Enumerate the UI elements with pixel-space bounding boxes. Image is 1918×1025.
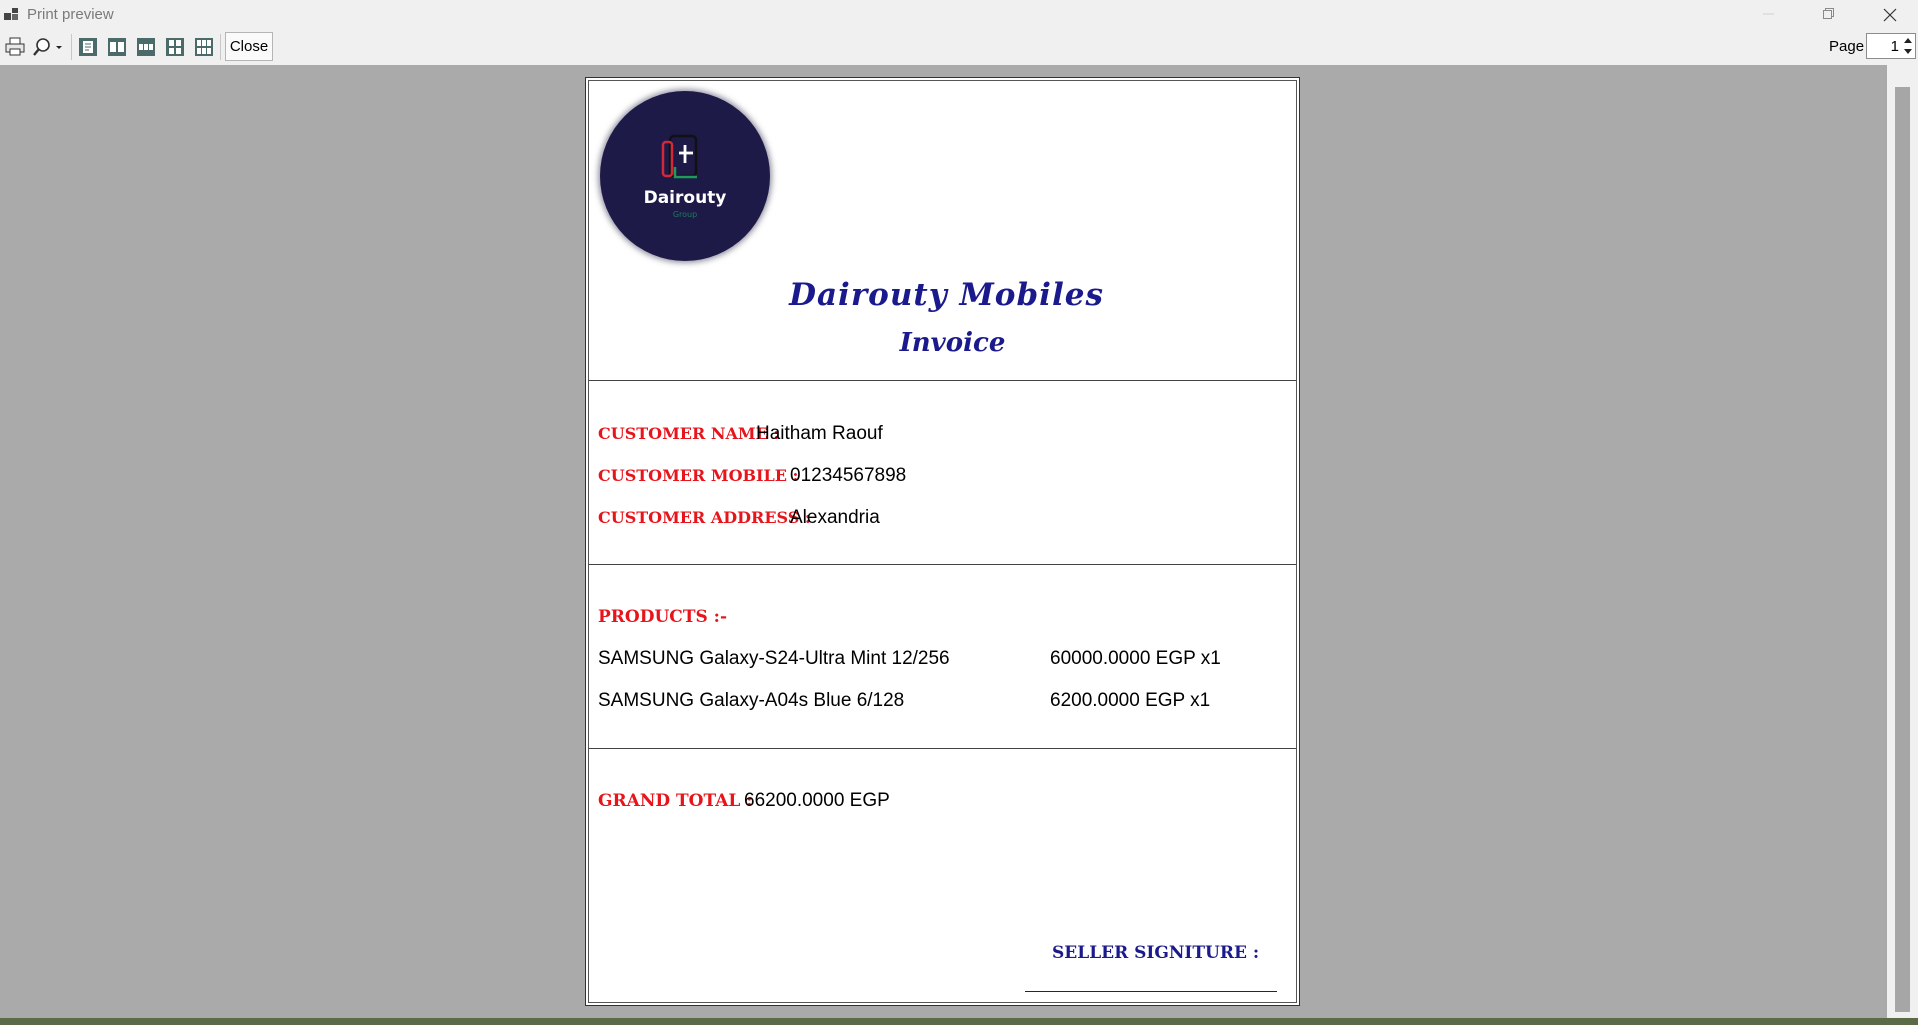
customer-address-label: CUSTOMER ADDRESS : <box>598 508 811 527</box>
four-pages-button[interactable] <box>164 36 186 58</box>
page-number-input[interactable] <box>1869 36 1899 56</box>
two-pages-icon <box>108 38 126 56</box>
taskbar-edge <box>0 1018 1918 1025</box>
customer-name-label: CUSTOMER NAME : <box>598 424 780 443</box>
six-pages-button[interactable] <box>193 36 215 58</box>
toolbar-separator <box>71 34 72 60</box>
logo-mark-icon <box>661 134 698 179</box>
restore-button[interactable] <box>1806 0 1852 29</box>
restore-icon <box>1823 8 1834 19</box>
logo-name: Dairouty <box>643 188 727 208</box>
toolbar: Close Page <box>0 29 1918 65</box>
three-pages-icon <box>137 38 155 56</box>
company-logo: Dairouty Group <box>600 91 770 261</box>
invoice-page: Dairouty Group Dairouty Mobiles Invoice … <box>585 77 1300 1006</box>
title-bar: Print preview <box>0 0 1918 29</box>
invoice-border: Dairouty Group Dairouty Mobiles Invoice … <box>588 80 1297 1003</box>
six-pages-icon <box>195 38 213 56</box>
page-up-button[interactable] <box>1901 35 1915 46</box>
section-divider <box>589 380 1296 381</box>
page-down-button[interactable] <box>1901 46 1915 57</box>
product-name: SAMSUNG Galaxy-A04s Blue 6/128 <box>598 690 905 711</box>
scrollbar-thumb[interactable] <box>1895 87 1910 1012</box>
product-price: 60000.0000 EGP x1 <box>1050 648 1221 669</box>
vertical-scrollbar[interactable] <box>1887 65 1918 1018</box>
logo-subtitle: Group <box>672 210 698 219</box>
close-window-button[interactable] <box>1866 0 1912 29</box>
customer-address-value: Alexandria <box>790 507 880 528</box>
minimize-icon <box>1763 13 1774 15</box>
signature-line <box>1025 991 1277 992</box>
chevron-up-icon <box>1904 38 1912 43</box>
two-pages-button[interactable] <box>106 36 128 58</box>
printer-icon <box>5 37 25 56</box>
customer-mobile-value: 01234567898 <box>790 465 907 486</box>
three-pages-button[interactable] <box>135 36 157 58</box>
invoice-title: Invoice <box>899 328 1006 358</box>
close-icon <box>1883 8 1897 22</box>
section-divider <box>589 564 1296 565</box>
four-pages-icon <box>166 38 184 56</box>
page-spinner[interactable] <box>1866 33 1916 59</box>
zoom-icon <box>33 38 62 56</box>
company-name: Dairouty Mobiles <box>789 277 1104 313</box>
one-page-icon <box>79 38 97 56</box>
seller-signature-label: SELLER SIGNITURE : <box>1052 943 1260 963</box>
minimize-button[interactable] <box>1746 0 1792 29</box>
chevron-down-icon <box>1904 49 1912 54</box>
window-title: Print preview <box>27 6 114 23</box>
product-price: 6200.0000 EGP x1 <box>1050 690 1211 711</box>
page-label: Page <box>1829 38 1865 55</box>
one-page-button[interactable] <box>77 36 99 58</box>
customer-mobile-label: CUSTOMER MOBILE : <box>598 466 799 485</box>
grand-total-value: 66200.0000 EGP <box>744 790 890 811</box>
products-label: PRODUCTS :- <box>598 607 727 627</box>
zoom-button[interactable] <box>31 36 67 58</box>
customer-name-value: Haitham Raouf <box>756 423 883 444</box>
print-button[interactable] <box>4 36 26 58</box>
section-divider <box>589 748 1296 749</box>
product-name: SAMSUNG Galaxy-S24-Ultra Mint 12/256 <box>598 648 950 669</box>
toolbar-separator <box>220 34 221 60</box>
close-button[interactable]: Close <box>225 32 273 61</box>
app-icon <box>4 6 20 22</box>
grand-total-label: GRAND TOTAL : <box>598 791 753 811</box>
